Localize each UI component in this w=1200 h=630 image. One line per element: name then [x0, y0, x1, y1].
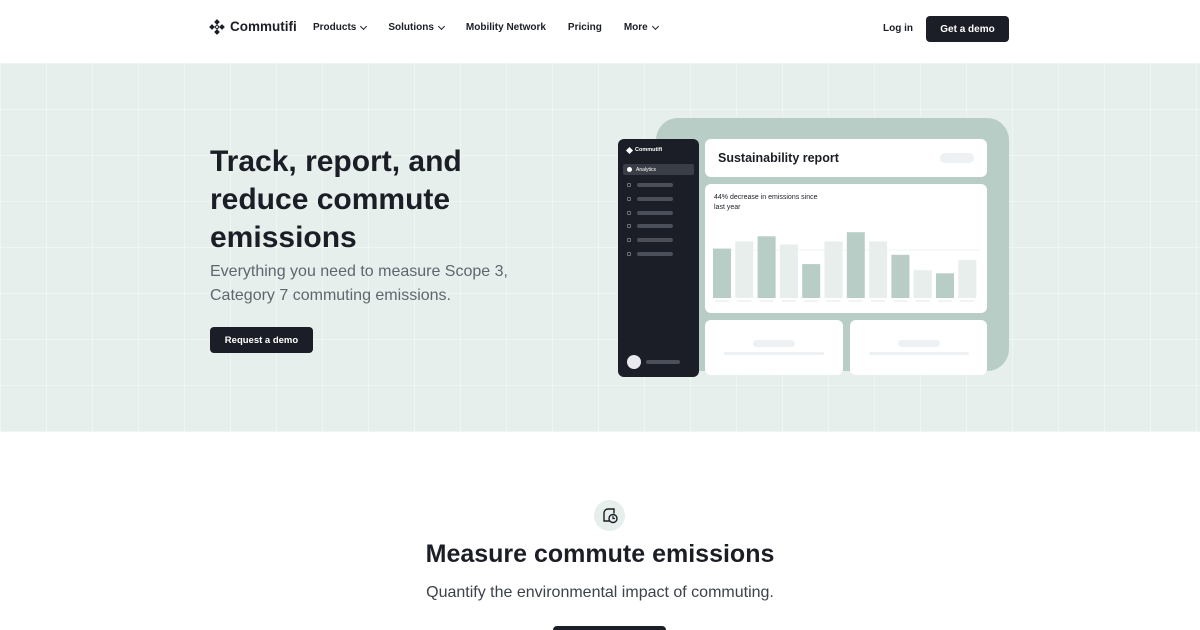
logo-text: Commutifi — [230, 19, 297, 34]
feature-title: Measure commute emissions — [425, 540, 775, 568]
chart-bar — [913, 270, 932, 298]
chart-tick-placeholder — [759, 300, 774, 302]
sidebar-item — [627, 223, 694, 228]
placeholder-bar — [724, 352, 824, 355]
placeholder-bar — [753, 340, 795, 347]
placeholder-icon — [627, 196, 631, 201]
hero-subtitle: Everything you need to measure Scope 3, … — [210, 263, 508, 304]
logo[interactable]: Commutifi — [209, 18, 297, 35]
nav-more-label: More — [623, 22, 648, 33]
hero-background-grid — [0, 63, 1200, 432]
chart-bar — [713, 248, 731, 298]
chevron-down-icon — [437, 22, 445, 30]
chart-tick-placeholder — [960, 300, 975, 302]
placeholder-bar — [637, 182, 673, 187]
avatar — [627, 355, 641, 369]
emissions-chart-card: 44% decrease in emissions since last yea… — [705, 184, 987, 313]
hero-section: Track, report, and reduce commute emissi… — [0, 63, 1200, 432]
login-link[interactable]: Log in — [883, 23, 913, 34]
placeholder-icon — [627, 210, 631, 215]
top-nav: Commutifi Products Solutions Mobility Ne… — [0, 0, 1200, 63]
nav-pricing-label: Pricing — [567, 22, 602, 33]
chart-tick-placeholder — [826, 300, 841, 302]
chart-bar — [958, 259, 977, 298]
chart-bar — [757, 236, 776, 298]
report-title: Sustainability report — [718, 151, 839, 165]
chart-bar — [936, 273, 954, 298]
nav-products[interactable]: Products — [313, 22, 368, 33]
sidebar-item — [627, 237, 694, 242]
chart-bar — [735, 241, 754, 298]
chart-tick-placeholder — [893, 300, 908, 302]
sidebar-logo-text: Commutifi — [635, 147, 663, 153]
logo-icon — [625, 146, 634, 154]
placeholder-icon — [627, 223, 631, 228]
chart-tick-placeholder — [915, 300, 930, 302]
chart-tick-placeholder — [938, 300, 952, 302]
placeholder-icon — [627, 237, 631, 242]
chart-tick-placeholder — [715, 300, 729, 302]
nav-solutions[interactable]: Solutions — [388, 22, 445, 33]
summary-card-2 — [850, 320, 987, 375]
dashboard-sidebar: Commutifi Analytics — [618, 139, 699, 377]
sidebar-item-label: Analytics — [636, 166, 657, 173]
get-demo-button[interactable]: Get a demo — [926, 16, 1009, 42]
nav-mobility-network[interactable]: Mobility Network — [466, 22, 546, 33]
chevron-down-icon — [651, 22, 659, 30]
feature-button[interactable] — [553, 626, 666, 630]
feature-subtitle: Quantify the environmental impact of com… — [426, 584, 774, 601]
placeholder-bar — [898, 340, 940, 347]
chevron-down-icon — [360, 22, 368, 30]
nav-pricing[interactable]: Pricing — [568, 22, 602, 33]
sidebar-item — [627, 196, 694, 201]
placeholder-bar — [637, 223, 673, 228]
nav-products-label: Products — [313, 22, 357, 33]
chart-label: 44% decrease in emissions since last yea… — [714, 194, 818, 211]
nav-solutions-label: Solutions — [388, 22, 434, 33]
chart-bar — [779, 244, 798, 298]
placeholder-icon — [627, 251, 631, 256]
chart-bar — [846, 232, 865, 298]
sidebar-item — [627, 210, 694, 215]
nav-mobility-network-label: Mobility Network — [465, 22, 546, 33]
sidebar-item — [627, 251, 694, 256]
chart-tick-placeholder — [848, 300, 863, 302]
placeholder-bar — [637, 251, 673, 256]
logo-icon — [209, 18, 225, 35]
nav-more[interactable]: More — [623, 22, 659, 33]
leaf-clock-icon-svg — [602, 507, 618, 523]
summary-card-1 — [705, 320, 843, 375]
chart-bar — [891, 254, 910, 298]
analytics-icon — [627, 167, 632, 172]
chart-bar — [824, 241, 843, 298]
sidebar-logo: Commutifi — [625, 146, 663, 154]
placeholder-bar — [646, 360, 680, 364]
chart-bar — [869, 241, 888, 298]
placeholder-bar — [637, 237, 673, 242]
chart-tick-placeholder — [781, 300, 796, 302]
placeholder-bar — [637, 210, 673, 215]
placeholder-icon — [627, 182, 631, 187]
request-demo-button[interactable]: Request a demo — [210, 327, 313, 353]
sidebar-item-analytics: Analytics — [623, 164, 694, 175]
placeholder-pill — [940, 153, 974, 163]
sidebar-item — [627, 182, 694, 187]
hero-title: Track, report, and reduce commute emissi… — [210, 145, 462, 254]
leaf-clock-icon — [594, 500, 625, 531]
chart-tick-placeholder — [804, 300, 819, 302]
placeholder-bar — [869, 352, 969, 355]
chart-bar — [802, 264, 821, 298]
chart-tick-placeholder — [871, 300, 886, 302]
placeholder-bar — [637, 196, 673, 201]
report-title-card: Sustainability report — [705, 139, 987, 177]
nav-links: Products Solutions Mobility Network Pric… — [313, 22, 680, 33]
chart-tick-placeholder — [737, 300, 752, 302]
